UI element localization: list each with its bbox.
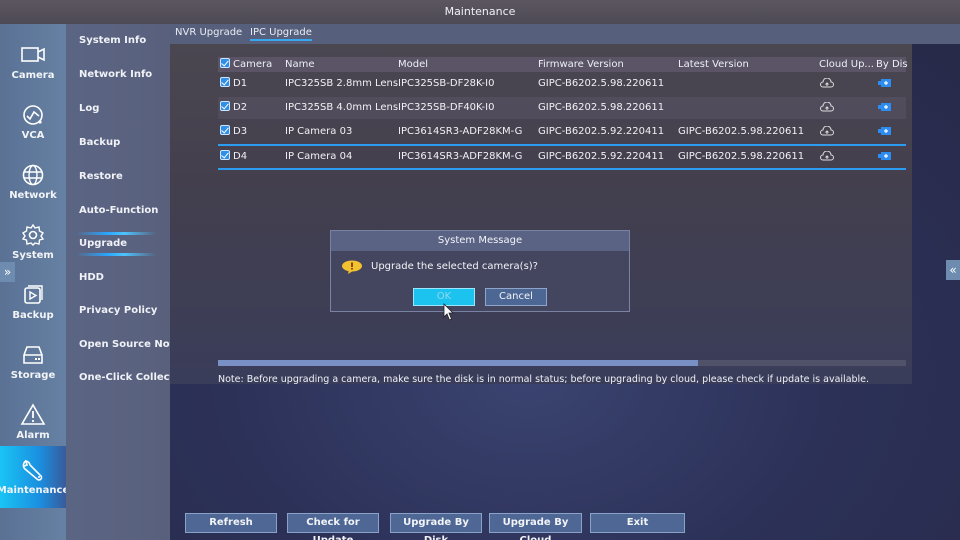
upgrade-highlight-top [76,232,156,235]
disk-upgrade-icon[interactable] [878,121,892,143]
maintenance-submenu: System Info Network Info Log Backup Rest… [66,24,186,540]
upgrade-note: Note: Before upgrading a camera, make su… [218,374,870,385]
check-for-update-button[interactable]: Check for Update [287,513,379,540]
system-message-dialog: System Message Upgrade the selected came… [330,230,630,312]
rail-label: VCA [21,130,45,141]
row-checkbox[interactable] [220,101,230,111]
submenu-system-info[interactable]: System Info [79,35,146,46]
rail-item-camera[interactable]: Camera [0,32,66,92]
header-by-disk: By Dis [876,59,908,70]
row-checkbox[interactable] [220,150,230,160]
rail-label: Camera [11,70,55,81]
submenu-restore[interactable]: Restore [79,171,123,182]
submenu-privacy-policy[interactable]: Privacy Policy [79,305,157,316]
header-latest: Latest Version [678,59,749,70]
rail-item-maintenance[interactable]: Maintenance [0,446,70,508]
rail-item-alarm[interactable]: Alarm [0,392,66,452]
submenu-upgrade[interactable]: Upgrade [79,238,127,249]
rail-label: System [12,250,54,261]
table-row-selected[interactable]: D4 IP Camera 04 IPC3614SR3-ADF28KM-G GIP… [218,144,906,170]
rail-label: Network [9,190,57,201]
dialog-title: System Message [331,231,629,251]
wrench-icon [22,459,43,481]
upgrade-by-disk-button[interactable]: Upgrade By Disk [390,513,482,540]
main-nav-rail: Camera VCA Network System Backup Storage… [0,24,70,540]
header-firmware: Firmware Version [538,59,624,70]
storage-icon [23,346,43,364]
rail-item-storage[interactable]: Storage [0,332,66,392]
upgrade-tabs: NVR Upgrade IPC Upgrade [170,24,960,44]
select-all-checkbox[interactable] [220,58,230,68]
horizontal-scrollbar[interactable] [218,360,906,366]
window-title: Maintenance [0,0,960,24]
dialog-message: Upgrade the selected camera(s)? [371,261,538,272]
cloud-upgrade-icon[interactable] [820,146,834,168]
header-name: Name [285,59,315,70]
content-panel [170,44,912,384]
row-checkbox[interactable] [220,77,230,87]
submenu-log[interactable]: Log [79,103,99,114]
rail-label: Storage [10,370,56,381]
rail-item-vca[interactable]: VCA [0,92,66,152]
tab-ipc-upgrade[interactable]: IPC Upgrade [250,27,312,41]
table-row[interactable]: D2 IPC325SB 4.0mm Lens IPC325SB-DF40K-I0… [218,97,906,119]
scrollbar-thumb[interactable] [218,360,698,366]
header-camera[interactable]: Camera [220,57,272,72]
cancel-button[interactable]: Cancel [485,288,547,306]
camera-icon [21,47,45,62]
exit-button[interactable]: Exit [590,513,685,533]
table-row[interactable]: D1 IPC325SB 2.8mm Lens IPC325SB-DF28K-I0… [218,73,906,95]
vca-icon [23,105,43,125]
rail-label: Alarm [16,430,50,441]
cloud-upgrade-icon[interactable] [820,121,834,143]
table-row[interactable]: D3 IP Camera 03 IPC3614SR3-ADF28KM-G GIP… [218,121,906,143]
mouse-cursor-icon [443,303,454,321]
submenu-network-info[interactable]: Network Info [79,69,152,80]
header-cloud: Cloud Up... [819,59,874,70]
rail-item-network[interactable]: Network [0,152,66,212]
upgrade-highlight-bottom [76,253,156,256]
row-checkbox[interactable] [220,125,230,135]
refresh-button[interactable]: Refresh [185,513,277,533]
globe-icon [22,164,44,186]
disk-upgrade-icon[interactable] [878,146,892,168]
header-model: Model [398,59,429,70]
expand-left-button[interactable]: » [0,262,15,282]
cloud-upgrade-icon[interactable] [820,73,834,95]
submenu-hdd[interactable]: HDD [79,272,104,283]
submenu-backup[interactable]: Backup [79,137,120,148]
upgrade-by-cloud-button[interactable]: Upgrade By Cloud [489,513,582,540]
backup-icon [24,285,43,304]
table-header: Camera Name Model Firmware Version Lates… [218,57,908,72]
rail-label: Backup [12,310,54,321]
submenu-auto-function[interactable]: Auto-Function [79,205,158,216]
disk-upgrade-icon[interactable] [878,73,892,95]
gear-icon [21,223,45,246]
submenu-one-click-collect[interactable]: One-Click Collect [79,372,174,383]
warning-bubble-icon [342,260,362,274]
tab-nvr-upgrade[interactable]: NVR Upgrade [175,27,242,38]
expand-right-button[interactable]: « [946,260,960,280]
disk-upgrade-icon[interactable] [878,97,892,119]
rail-label: Maintenance [0,485,70,496]
warning-icon [20,403,46,425]
cloud-upgrade-icon[interactable] [820,97,834,119]
